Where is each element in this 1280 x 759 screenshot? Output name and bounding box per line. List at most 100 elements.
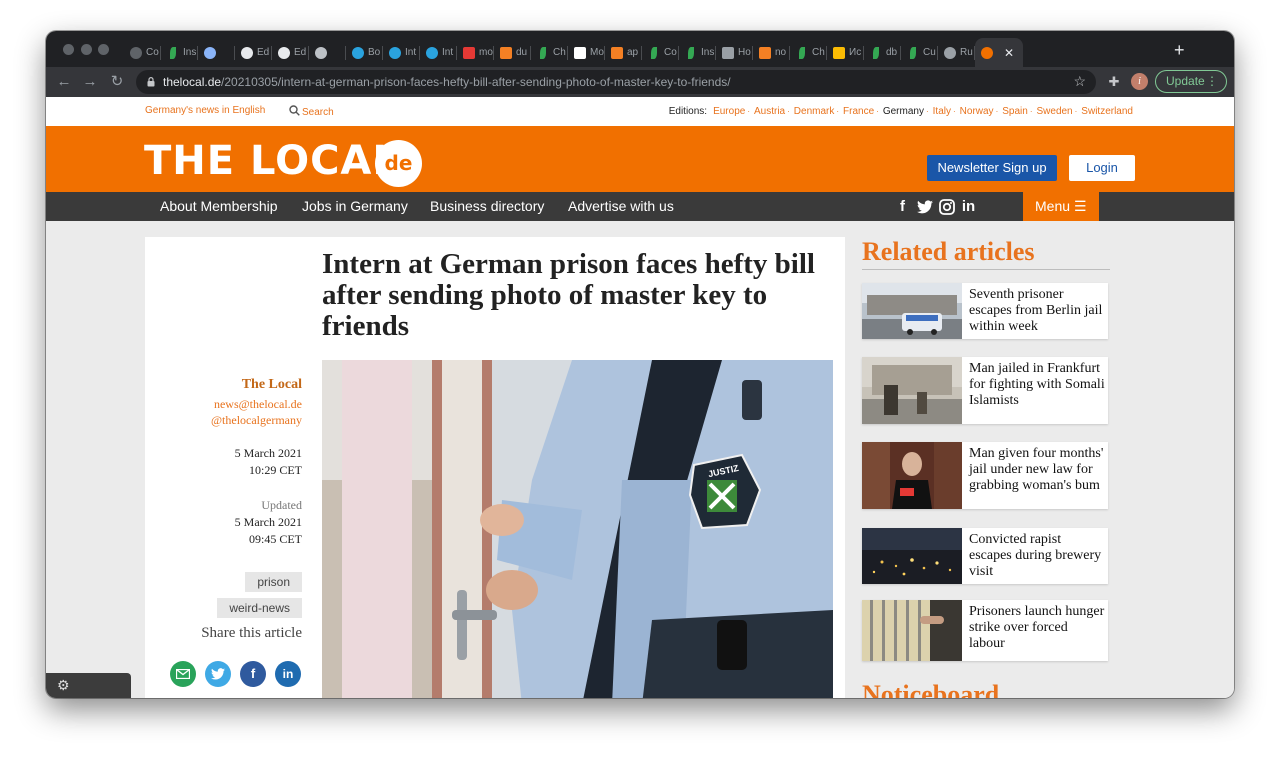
- edition-italy[interactable]: Italy: [933, 106, 951, 117]
- nav-about-membership[interactable]: About Membership: [160, 198, 278, 214]
- site-logo[interactable]: THE LOCAL: [144, 139, 399, 183]
- update-button[interactable]: Update ⋮: [1155, 70, 1227, 93]
- edition-separator: ·: [787, 107, 790, 116]
- bookmark-star-icon[interactable]: ☆: [1073, 73, 1086, 90]
- active-browser-tab[interactable]: ✕: [975, 38, 1023, 67]
- browser-tab[interactable]: Mo: [568, 38, 605, 67]
- browser-tab[interactable]: Ru: [938, 38, 975, 67]
- related-article-2[interactable]: Man jailed in Frankfurt for fighting wit…: [862, 357, 1108, 424]
- updated-label: Updated: [261, 498, 302, 512]
- related-article-1[interactable]: Seventh prisoner escapes from Berlin jai…: [862, 283, 1108, 339]
- browser-tab[interactable]: ap: [605, 38, 642, 67]
- tag-weird-news[interactable]: weird-news: [217, 598, 302, 618]
- browser-tab[interactable]: mo: [457, 38, 494, 67]
- leaf-icon: [799, 46, 805, 59]
- nav-jobs[interactable]: Jobs in Germany: [302, 198, 408, 214]
- menu-button[interactable]: Menu ☰: [1023, 192, 1099, 221]
- browser-tab[interactable]: Co: [642, 38, 679, 67]
- edition-switzerland[interactable]: Switzerland: [1081, 106, 1133, 117]
- related-article-5[interactable]: Prisoners launch hunger strike over forc…: [862, 600, 1108, 661]
- email-icon[interactable]: [170, 661, 196, 687]
- tag-prison[interactable]: prison: [245, 572, 302, 592]
- related-articles-sidebar: Related articles Seventh prisoner escape…: [862, 237, 1110, 698]
- browser-tab[interactable]: Bo: [346, 38, 383, 67]
- github-icon: [241, 46, 253, 59]
- author-twitter[interactable]: @thelocalgermany: [211, 413, 302, 428]
- maximize-window-button[interactable]: [98, 44, 109, 55]
- author-name[interactable]: The Local: [242, 377, 302, 393]
- newsletter-signup-button[interactable]: Newsletter Sign up: [927, 155, 1057, 181]
- close-tab-icon[interactable]: ✕: [1004, 46, 1014, 60]
- edition-norway[interactable]: Norway: [960, 106, 994, 117]
- address-bar[interactable]: thelocal.de/20210305/intern-at-german-pr…: [136, 70, 1096, 94]
- generic-globe-icon: [130, 46, 142, 59]
- browser-tab[interactable]: Ed: [272, 38, 309, 67]
- related-articles-heading: Related articles: [862, 237, 1035, 266]
- profile-avatar[interactable]: i: [1131, 73, 1148, 90]
- browser-tab[interactable]: db: [864, 38, 901, 67]
- browser-tab[interactable]: Ch: [531, 38, 568, 67]
- minimize-window-button[interactable]: [81, 44, 92, 55]
- related-thumbnail: [862, 283, 962, 339]
- edition-germany[interactable]: Germany: [883, 106, 924, 117]
- browser-toolbar: ← → ↻ thelocal.de/20210305/intern-at-ger…: [46, 67, 1234, 97]
- web-page: Germany's news in English Search Edition…: [46, 97, 1234, 698]
- browser-tab[interactable]: Ch: [790, 38, 827, 67]
- related-thumbnail: [862, 600, 962, 661]
- cookie-settings-tab[interactable]: ⚙: [46, 673, 131, 698]
- browser-tab[interactable]: Ho: [716, 38, 753, 67]
- site-logo-badge[interactable]: de: [375, 140, 422, 187]
- tab-title: Ed: [294, 47, 307, 58]
- twitter-icon[interactable]: [916, 198, 933, 215]
- facebook-share-icon[interactable]: f: [240, 661, 266, 687]
- browser-tab[interactable]: Ins: [161, 38, 198, 67]
- tab-title: db: [886, 47, 898, 58]
- back-arrow-icon[interactable]: ←: [54, 72, 74, 92]
- tab-title: du: [516, 47, 528, 58]
- edition-denmark[interactable]: Denmark: [794, 106, 835, 117]
- login-button[interactable]: Login: [1069, 155, 1135, 181]
- nav-business-directory[interactable]: Business directory: [430, 198, 544, 214]
- edition-spain[interactable]: Spain: [1002, 106, 1028, 117]
- nav-advertise[interactable]: Advertise with us: [568, 198, 674, 214]
- browser-tab[interactable]: [198, 38, 235, 67]
- related-article-4[interactable]: Convicted rapist escapes during brewery …: [862, 528, 1108, 584]
- browser-tab[interactable]: Int: [420, 38, 457, 67]
- browser-tab[interactable]: no: [753, 38, 790, 67]
- browser-tab[interactable]: du: [494, 38, 531, 67]
- related-thumbnail: [862, 528, 962, 584]
- linkedin-share-icon[interactable]: in: [275, 661, 301, 687]
- browser-tab[interactable]: Ис: [827, 38, 864, 67]
- tab-title: Ho: [738, 47, 751, 58]
- edition-europe[interactable]: Europe: [713, 106, 745, 117]
- linkedin-icon[interactable]: in: [960, 198, 977, 215]
- close-window-button[interactable]: [63, 44, 74, 55]
- tab-title: no: [775, 47, 787, 58]
- forward-arrow-icon[interactable]: →: [80, 72, 100, 92]
- new-tab-button[interactable]: +: [1174, 41, 1185, 59]
- browser-tab[interactable]: [309, 38, 346, 67]
- related-article-3[interactable]: Man given four months' jail under new la…: [862, 442, 1108, 509]
- browser-tab[interactable]: Co: [124, 38, 161, 67]
- browser-tab[interactable]: Int: [383, 38, 420, 67]
- lock-icon: [147, 77, 155, 87]
- edition-france[interactable]: France: [843, 106, 874, 117]
- edition-austria[interactable]: Austria: [754, 106, 785, 117]
- browser-tab[interactable]: Ins: [679, 38, 716, 67]
- facebook-icon[interactable]: f: [894, 198, 911, 215]
- edition-separator: ·: [747, 107, 750, 116]
- extensions-puzzle-icon[interactable]: ✚: [1106, 74, 1122, 90]
- browser-tab[interactable]: Ed: [235, 38, 272, 67]
- site-search-link[interactable]: Search: [289, 105, 334, 118]
- reload-icon[interactable]: ↻: [107, 72, 127, 92]
- stack-icon: [759, 46, 771, 59]
- edition-sweden[interactable]: Sweden: [1036, 106, 1072, 117]
- browser-tab[interactable]: Cu: [901, 38, 938, 67]
- star-icon: [833, 46, 845, 59]
- instagram-icon[interactable]: [938, 198, 955, 215]
- author-email[interactable]: news@thelocal.de: [214, 397, 302, 412]
- site-tagline[interactable]: Germany's news in English: [145, 105, 265, 116]
- twitter-share-icon[interactable]: [205, 661, 231, 687]
- tab-title: Ins: [701, 47, 715, 58]
- article-headline: Intern at German prison faces hefty bill…: [322, 248, 815, 342]
